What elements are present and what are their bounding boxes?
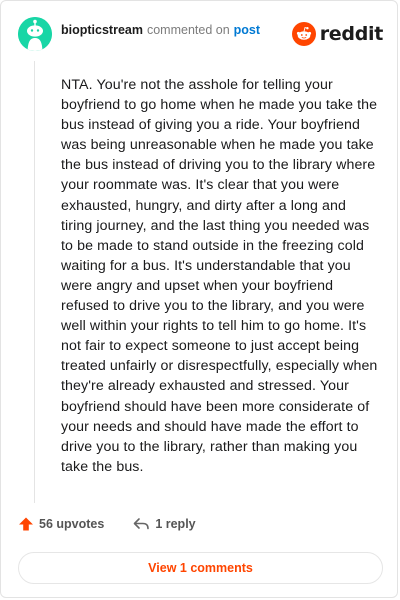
comment-meta: biopticstream commented on post [61,23,292,37]
comment-actions: 56 upvotes 1 reply [18,516,196,532]
upvote-arrow-icon [19,517,33,531]
reddit-logo[interactable]: reddit [291,22,384,46]
reply-button[interactable]: 1 reply [132,516,196,532]
upvote-button[interactable]: 56 upvotes [18,516,104,532]
comment-body: NTA. You're not the asshole for telling … [61,77,378,475]
view-comments-button[interactable]: View 1 comments [18,552,383,584]
username-link[interactable]: biopticstream [61,23,143,37]
post-link[interactable]: post [234,23,260,37]
reply-count: 1 reply [155,517,196,531]
thread-line[interactable] [34,61,35,503]
action-text: commented on [146,23,230,37]
snoo-avatar-icon [18,17,52,51]
reply-arrow-icon [134,518,150,530]
reddit-wordmark: reddit [319,23,384,45]
comment-header: biopticstream commented on post reddit [18,17,383,51]
upvote-count: 56 upvotes [39,517,105,531]
comment-card: biopticstream commented on post reddit N… [0,0,398,598]
reddit-snoo-icon [291,22,316,46]
avatar[interactable] [18,17,52,51]
